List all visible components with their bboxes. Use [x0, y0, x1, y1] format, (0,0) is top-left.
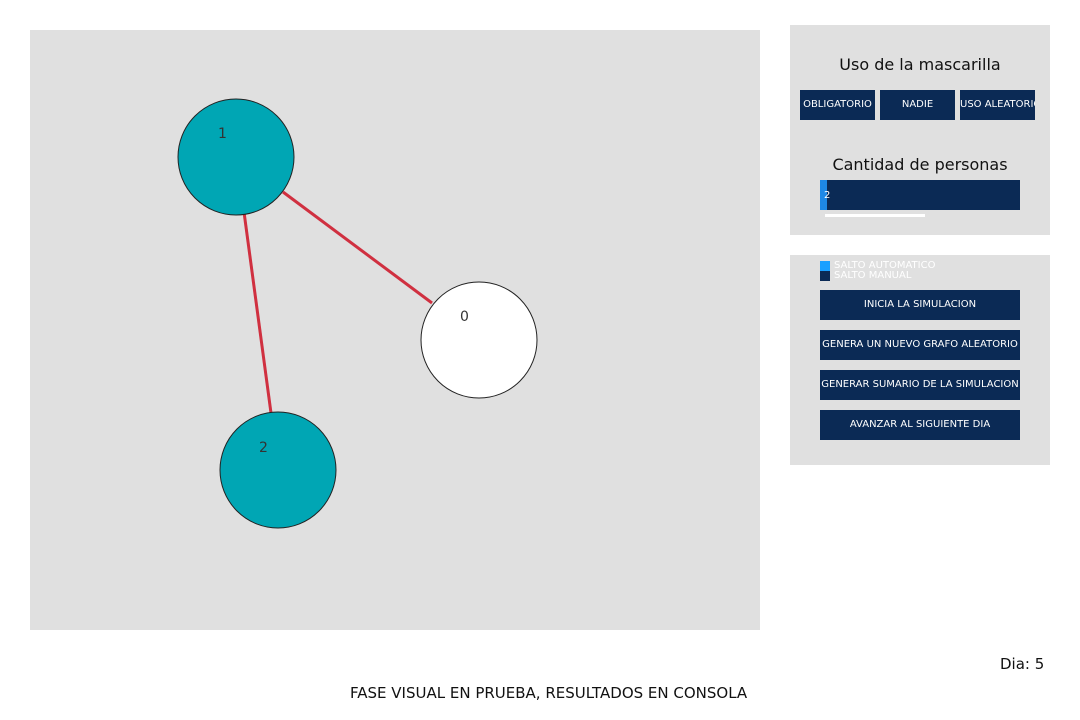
- nobody-button[interactable]: NADIE: [880, 90, 955, 120]
- graph-node[interactable]: 1: [177, 98, 295, 216]
- slider-underline: [825, 214, 925, 217]
- node-circle[interactable]: [177, 98, 295, 216]
- next-day-button[interactable]: AVANZAR AL SIGUIENTE DIA: [820, 410, 1020, 440]
- graph-edge: [282, 190, 433, 305]
- controls-panel: SALTO AUTOMATICO SALTO MANUAL INICIA LA …: [790, 255, 1050, 465]
- people-title: Cantidad de personas: [832, 155, 1008, 174]
- footer-status: FASE VISUAL EN PRUEBA, RESULTADOS EN CON…: [350, 684, 748, 702]
- node-circle[interactable]: [219, 411, 337, 529]
- manual-jump-checkbox[interactable]: [820, 271, 830, 281]
- summary-button[interactable]: GENERAR SUMARIO DE LA SIMULACION: [820, 370, 1020, 400]
- graph-node[interactable]: 2: [219, 411, 337, 529]
- random-use-button[interactable]: USO ALEATORIO: [960, 90, 1035, 120]
- mask-panel: Uso de la mascarilla OBLIGATORIO NADIE U…: [790, 25, 1050, 235]
- people-slider[interactable]: 2: [820, 180, 1020, 210]
- day-counter: Dia: 5: [1000, 655, 1045, 673]
- new-graph-button[interactable]: GENERA UN NUEVO GRAFO ALEATORIO: [820, 330, 1020, 360]
- people-value: 2: [824, 190, 831, 201]
- mask-title: Uso de la mascarilla: [839, 55, 1001, 74]
- node-label: 0: [460, 309, 469, 325]
- start-simulation-button[interactable]: INICIA LA SIMULACION: [820, 290, 1020, 320]
- mandatory-button[interactable]: OBLIGATORIO: [800, 90, 875, 120]
- auto-jump-checkbox[interactable]: [820, 261, 830, 271]
- graph-canvas[interactable]: 0 1 2: [30, 30, 760, 630]
- graph-svg[interactable]: 0 1 2: [30, 30, 760, 630]
- graph-edge: [242, 211, 273, 414]
- node-circle[interactable]: [420, 281, 538, 399]
- manual-jump-label: SALTO MANUAL: [834, 270, 912, 281]
- node-label: 2: [259, 440, 268, 456]
- node-label: 1: [218, 126, 227, 142]
- graph-node[interactable]: 0: [420, 281, 538, 399]
